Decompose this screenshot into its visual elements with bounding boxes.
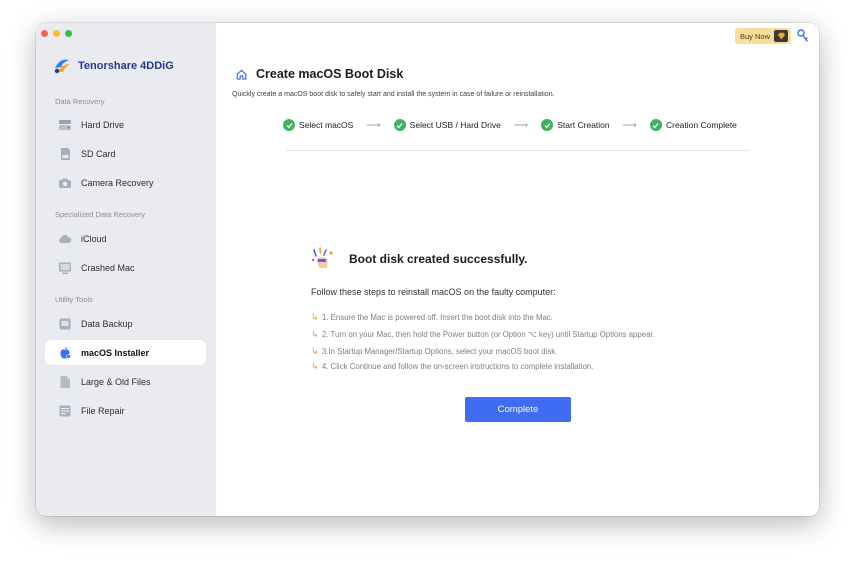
step-label: Creation Complete <box>665 120 737 130</box>
instruction-item: ↳ 2. Turn on your Mac, then hold the Pow… <box>311 329 655 340</box>
apple-icon <box>58 346 72 360</box>
page-subtitle: Quickly create a macOS boot disk to safe… <box>232 91 555 98</box>
check-icon <box>649 119 662 131</box>
app-name: Tenorshare 4DDiG <box>78 60 174 72</box>
sidebar-item-data-backup[interactable]: Data Backup <box>45 311 206 336</box>
diamond-icon <box>774 30 788 42</box>
home-icon[interactable] <box>236 69 247 80</box>
celebration-icon <box>311 247 333 268</box>
progress-steps: Select macOS ⟶ Select USB / Hard Drive ⟶… <box>283 119 737 131</box>
file-repair-icon <box>58 404 72 418</box>
buy-now-label: Buy Now <box>739 31 770 41</box>
sidebar-item-file-repair[interactable]: File Repair <box>45 398 206 423</box>
corner-arrow-icon: ↳ <box>311 329 319 339</box>
instruction-text: 4. Click Continue and follow the on-scre… <box>322 362 594 371</box>
instruction-item: ↳ 4. Click Continue and follow the on-sc… <box>311 361 593 372</box>
step-label: Select USB / Hard Drive <box>409 120 501 130</box>
sidebar-item-label: macOS Installer <box>81 347 150 358</box>
check-icon <box>393 119 406 131</box>
complete-button[interactable]: Complete <box>465 397 571 422</box>
sidebar-item-crashed-mac[interactable]: Crashed Mac <box>45 255 206 280</box>
step-select-usb: Select USB / Hard Drive <box>393 119 501 131</box>
step-label: Select macOS <box>299 120 354 130</box>
success-title: Boot disk created successfully. <box>349 252 528 266</box>
arrow-right-icon: ⟶ <box>366 119 381 131</box>
sidebar-item-hard-drive[interactable]: Hard Drive <box>45 112 206 137</box>
window-controls <box>41 30 72 37</box>
main-panel: Buy Now Create macOS Boot Disk Quickly c… <box>216 23 819 516</box>
app-logo-icon <box>54 59 70 74</box>
sidebar-item-label: Camera Recovery <box>81 177 154 188</box>
check-icon <box>541 119 554 131</box>
minimize-window-button[interactable] <box>53 30 60 37</box>
hard-drive-icon <box>58 118 72 132</box>
step-select-macos: Select macOS <box>283 119 353 131</box>
sidebar-item-label: iCloud <box>81 233 107 244</box>
instruction-text: 3.In Startup Manager/Startup Options, se… <box>322 347 558 356</box>
step-creation-complete: Creation Complete <box>649 119 737 131</box>
sidebar-item-camera-recovery[interactable]: Camera Recovery <box>45 170 206 195</box>
sidebar-item-label: Hard Drive <box>81 119 125 130</box>
sidebar-item-label: File Repair <box>81 405 125 416</box>
corner-arrow-icon: ↳ <box>311 346 319 356</box>
instruction-item: ↳ 3.In Startup Manager/Startup Options, … <box>311 346 557 357</box>
section-label-data-recovery: Data Recovery <box>55 97 105 106</box>
sidebar-item-sd-card[interactable]: SD Card <box>45 141 206 166</box>
file-icon <box>58 375 72 389</box>
page-header: Create macOS Boot Disk <box>236 67 403 81</box>
cloud-icon <box>58 232 72 246</box>
instructions-intro: Follow these steps to reinstall macOS on… <box>311 287 556 297</box>
step-label: Start Creation <box>557 120 610 130</box>
step-start-creation: Start Creation <box>541 119 610 131</box>
check-icon <box>283 119 295 131</box>
instruction-text: 1. Ensure the Mac is powered off. Insert… <box>322 313 553 322</box>
app-brand: Tenorshare 4DDiG <box>52 56 174 76</box>
corner-arrow-icon: ↳ <box>311 361 319 371</box>
sidebar-item-label: Crashed Mac <box>81 262 135 273</box>
page-title: Create macOS Boot Disk <box>256 67 404 81</box>
sidebar-item-large-old-files[interactable]: Large & Old Files <box>45 369 206 394</box>
divider <box>286 150 750 151</box>
success-header: Boot disk created successfully. <box>311 247 528 271</box>
buy-now-button[interactable]: Buy Now <box>734 28 791 44</box>
arrow-right-icon: ⟶ <box>513 119 529 131</box>
close-window-button[interactable] <box>41 30 48 37</box>
camera-icon <box>58 176 72 190</box>
arrow-right-icon: ⟶ <box>622 119 637 131</box>
section-label-utility-tools: Utility Tools <box>55 295 93 304</box>
sidebar-item-macos-installer[interactable]: macOS Installer <box>45 340 206 365</box>
key-icon[interactable] <box>796 28 810 44</box>
app-window: Tenorshare 4DDiG Data Recovery Hard Driv… <box>36 23 819 516</box>
instruction-item: ↳ 1. Ensure the Mac is powered off. Inse… <box>311 312 553 323</box>
sd-card-icon <box>58 147 72 161</box>
sidebar-item-label: SD Card <box>81 148 116 159</box>
sidebar-item-icloud[interactable]: iCloud <box>45 226 206 251</box>
instruction-text: 2. Turn on your Mac, then hold the Power… <box>322 330 655 339</box>
sidebar-item-label: Data Backup <box>81 318 133 329</box>
sidebar: Tenorshare 4DDiG Data Recovery Hard Driv… <box>36 23 216 516</box>
corner-arrow-icon: ↳ <box>311 312 319 322</box>
sidebar-item-label: Large & Old Files <box>81 376 151 387</box>
section-label-specialized: Specialized Data Recovery <box>55 210 146 219</box>
zoom-window-button[interactable] <box>65 30 72 37</box>
crashed-mac-icon <box>58 261 72 275</box>
backup-icon <box>58 317 72 331</box>
